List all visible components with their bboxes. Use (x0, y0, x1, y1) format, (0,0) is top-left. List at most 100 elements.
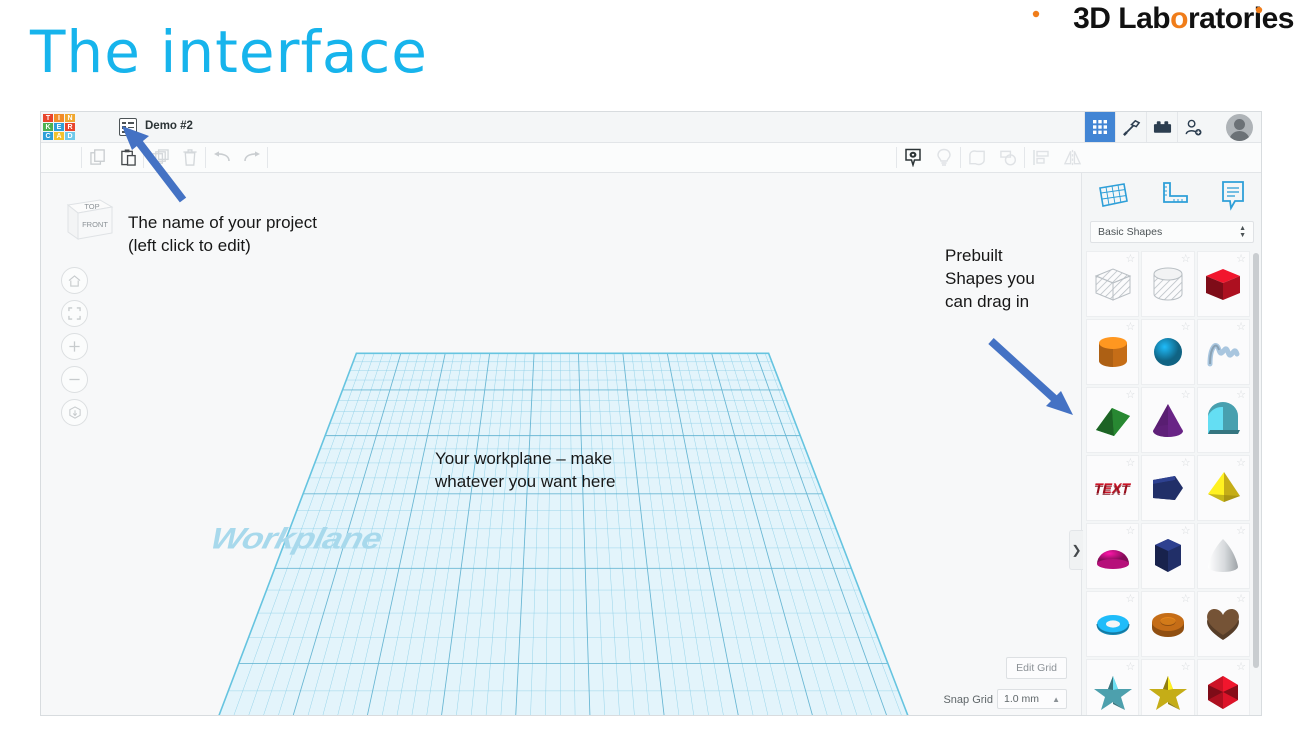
favorite-star-icon[interactable]: ☆ (1125, 594, 1135, 605)
user-avatar[interactable] (1226, 114, 1253, 141)
star-teal-shape[interactable]: ☆ (1086, 659, 1139, 715)
snap-grid-value: 1.0 mm (1004, 693, 1039, 705)
invite-person-icon[interactable] (1177, 112, 1208, 142)
ruler-tab-icon[interactable] (1157, 180, 1191, 215)
tinkercad-logo-tile-i: I (54, 114, 64, 122)
delete-trash-icon[interactable] (175, 143, 205, 172)
tinkercad-logo-tile-d: D (65, 132, 75, 140)
polygon-arrow-shape[interactable]: ☆ (1141, 455, 1194, 521)
redo-arrow-icon[interactable] (237, 143, 267, 172)
edit-grid-button[interactable]: Edit Grid (1006, 657, 1067, 679)
hexagon-prism-shape[interactable]: ☆ (1141, 523, 1194, 589)
panel-tabs (1082, 173, 1261, 221)
cone-shape[interactable]: ☆ (1141, 387, 1194, 453)
tinkercad-logo-tile-r: R (65, 123, 75, 131)
shapes-panel-scrollbar[interactable] (1253, 253, 1259, 668)
home-view-button[interactable] (61, 267, 88, 294)
wedge-shape[interactable]: ☆ (1086, 387, 1139, 453)
box-hole-shape[interactable]: ☆ (1086, 251, 1139, 317)
shapes-annotation: Prebuilt Shapes you can drag in (945, 245, 1065, 314)
pyramid-shape[interactable]: ☆ (1197, 455, 1250, 521)
align-icon[interactable] (1026, 143, 1056, 172)
brand-logo: 3D Laboratories (1073, 2, 1294, 36)
view-cube[interactable]: TOP FRONT (56, 191, 116, 249)
half-sphere-shape[interactable]: ☆ (1086, 523, 1139, 589)
roof-shape[interactable]: ☆ (1197, 387, 1250, 453)
design-grid-icon[interactable] (1084, 112, 1115, 142)
tinkercad-logo-tile-a: A (54, 132, 64, 140)
favorite-star-icon[interactable]: ☆ (1125, 390, 1135, 401)
scribble-shape[interactable]: ☆ (1197, 319, 1250, 385)
lightbulb-hole-icon[interactable] (929, 143, 959, 172)
paraboloid-shape[interactable]: ☆ (1197, 523, 1250, 589)
favorite-star-icon[interactable]: ☆ (1125, 322, 1135, 333)
favorite-star-icon[interactable]: ☆ (1236, 458, 1246, 469)
zoom-out-button[interactable] (61, 366, 88, 393)
favorite-star-icon[interactable]: ☆ (1236, 390, 1246, 401)
app-top-bar: TINKERCAD Demo #2 (41, 112, 1261, 143)
favorite-star-icon[interactable]: ☆ (1181, 458, 1191, 469)
solid-marker-icon[interactable] (898, 143, 928, 172)
svg-text:TOP: TOP (84, 202, 99, 211)
svg-text:FRONT: FRONT (82, 220, 108, 229)
favorite-star-icon[interactable]: ☆ (1125, 254, 1135, 265)
shapes-category-select[interactable]: Basic Shapes ▲▼ (1090, 221, 1254, 243)
workplane-tab-icon[interactable] (1096, 180, 1130, 215)
blocks-icon[interactable] (1146, 112, 1177, 142)
favorite-star-icon[interactable]: ☆ (1236, 594, 1246, 605)
favorite-star-icon[interactable]: ☆ (1181, 322, 1191, 333)
project-name-label[interactable]: Demo #2 (145, 120, 193, 132)
brand-logo-pre: 3D Lab (1073, 2, 1170, 35)
chevron-up-icon: ▲ (1052, 695, 1060, 704)
project-list-icon[interactable] (119, 118, 137, 136)
text-shape[interactable]: TEXTTEXT☆ (1086, 455, 1139, 521)
ungroup-shapes-icon[interactable] (993, 143, 1023, 172)
favorite-star-icon[interactable]: ☆ (1125, 458, 1135, 469)
tinkercad-logo[interactable]: TINKERCAD (43, 114, 75, 140)
tube-shape[interactable]: ☆ (1141, 591, 1194, 657)
favorite-star-icon[interactable]: ☆ (1125, 526, 1135, 537)
favorite-star-icon[interactable]: ☆ (1236, 254, 1246, 265)
zoom-in-button[interactable] (61, 333, 88, 360)
app-toolbar: Import Export Send To (41, 143, 1261, 173)
heart-shape[interactable]: ☆ (1197, 591, 1250, 657)
group-shapes-icon[interactable] (962, 143, 992, 172)
shapes-category-value: Basic Shapes (1098, 226, 1162, 238)
sphere-shape[interactable]: ☆ (1141, 319, 1194, 385)
star-yellow-shape[interactable]: ☆ (1141, 659, 1194, 715)
tinkercad-logo-tile-n: N (65, 114, 75, 122)
svg-text:TEXT: TEXT (1092, 482, 1131, 498)
favorite-star-icon[interactable]: ☆ (1181, 390, 1191, 401)
favorite-star-icon[interactable]: ☆ (1236, 526, 1246, 537)
cylinder-shape[interactable]: ☆ (1086, 319, 1139, 385)
favorite-star-icon[interactable]: ☆ (1236, 322, 1246, 333)
favorite-star-icon[interactable]: ☆ (1181, 662, 1191, 673)
cylinder-hole-shape[interactable]: ☆ (1141, 251, 1194, 317)
paste-icon[interactable] (113, 143, 143, 172)
shapes-grid[interactable]: ☆☆☆☆☆☆☆☆☆TEXTTEXT☆☆☆☆☆☆☆☆☆☆☆☆ (1086, 251, 1250, 715)
favorite-star-icon[interactable]: ☆ (1181, 526, 1191, 537)
mirror-flip-icon[interactable] (1057, 143, 1087, 172)
favorite-star-icon[interactable]: ☆ (1125, 662, 1135, 673)
favorite-star-icon[interactable]: ☆ (1181, 594, 1191, 605)
brand-logo-accent-o: o (1170, 2, 1188, 35)
torus-shape[interactable]: ☆ (1086, 591, 1139, 657)
copy-icon[interactable] (83, 143, 113, 172)
favorite-star-icon[interactable]: ☆ (1181, 254, 1191, 265)
undo-arrow-icon[interactable] (207, 143, 237, 172)
tinkercad-logo-tile-e: E (54, 123, 64, 131)
updown-chevron-icon: ▲▼ (1239, 225, 1246, 239)
page-title: The interface (30, 18, 428, 86)
box-shape[interactable]: ☆ (1197, 251, 1250, 317)
note-tab-icon[interactable] (1218, 179, 1248, 216)
perspective-toggle-button[interactable] (61, 399, 88, 426)
tinkercad-app-window: TINKERCAD Demo #2 (40, 111, 1262, 716)
polyhedron-shape[interactable]: ☆ (1197, 659, 1250, 715)
snap-grid-select[interactable]: 1.0 mm ▲ (997, 689, 1067, 709)
snap-grid-label: Snap Grid (943, 694, 993, 706)
favorite-star-icon[interactable]: ☆ (1236, 662, 1246, 673)
duplicate-icon[interactable] (145, 143, 175, 172)
panel-collapse-button[interactable]: ❯ (1069, 530, 1083, 570)
fit-view-button[interactable] (61, 300, 88, 327)
hammer-tools-icon[interactable] (1115, 112, 1146, 142)
